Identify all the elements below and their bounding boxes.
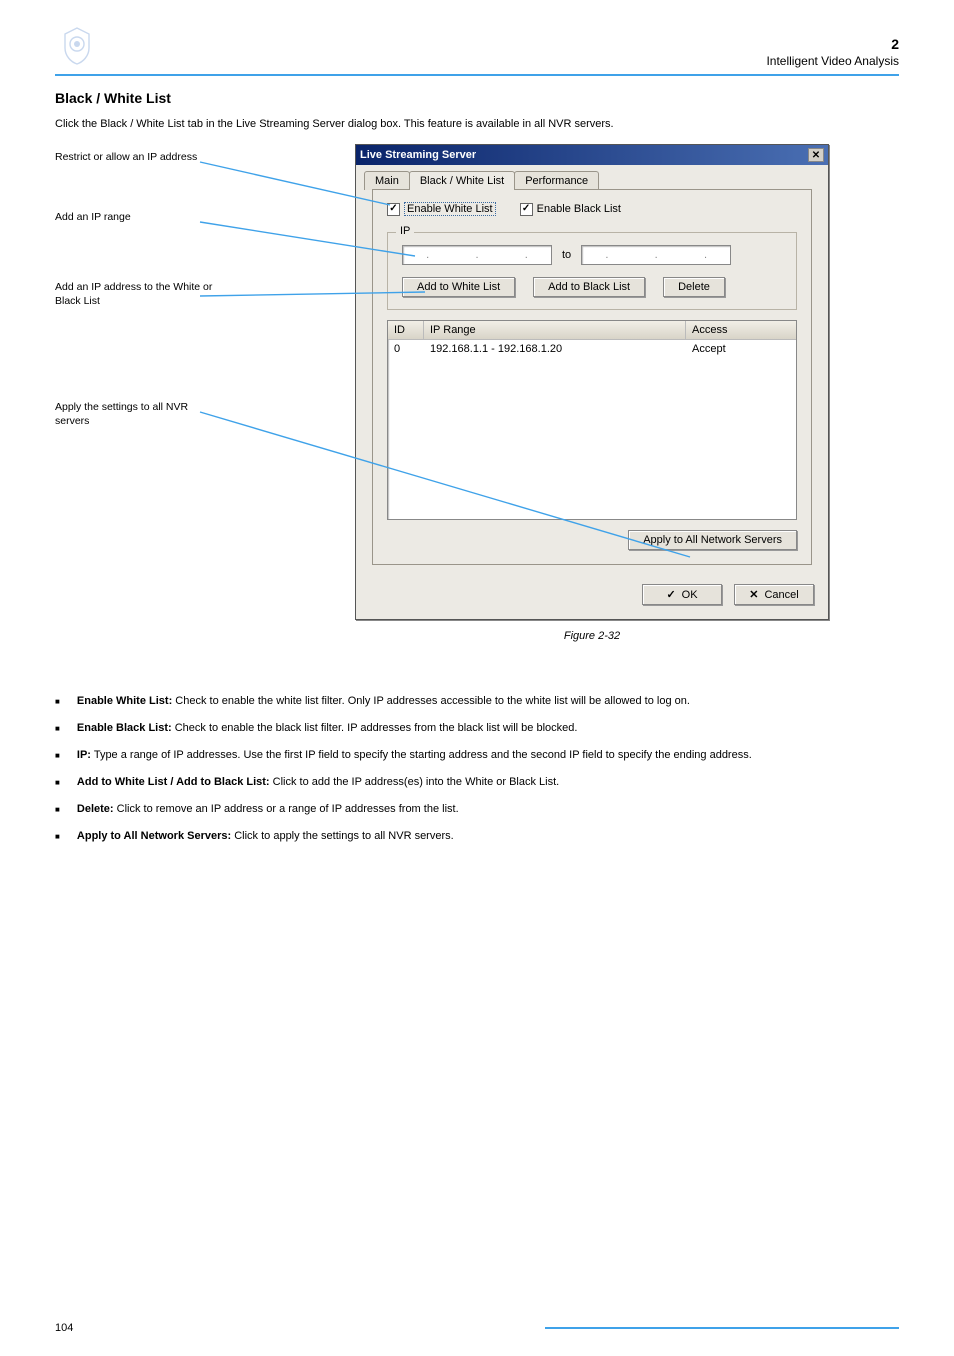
check-icon: ✓ xyxy=(666,588,675,601)
cancel-button[interactable]: ✕ Cancel xyxy=(734,584,814,605)
desc-lead: Delete: xyxy=(77,803,114,815)
ip-end-input[interactable]: ... xyxy=(581,245,731,265)
page-number: 104 xyxy=(55,1322,105,1334)
tab-black-white-list[interactable]: Black / White List xyxy=(409,171,515,190)
enable-black-label: Enable Black List xyxy=(537,203,621,215)
footer-rule xyxy=(545,1327,899,1329)
callout-2: Add an IP range xyxy=(55,210,215,224)
chapter-title: Intelligent Video Analysis xyxy=(766,54,899,68)
col-range[interactable]: IP Range xyxy=(424,321,686,339)
chapter-number: 2 xyxy=(766,36,899,52)
desc-lead: Add to White List / Add to Black List: xyxy=(77,776,270,788)
close-icon: ✕ xyxy=(749,588,758,601)
chapter-header: 2 Intelligent Video Analysis xyxy=(55,24,899,74)
tab-main[interactable]: Main xyxy=(364,171,410,190)
close-icon[interactable]: ✕ xyxy=(808,148,824,162)
tab-panel-bw: ✓ Enable White List ✓ Enable Black List … xyxy=(372,189,812,565)
dialog-screenshot: Live Streaming Server ✕ Main Black / Whi… xyxy=(355,144,829,642)
checkbox-enable-black-list[interactable]: ✓ Enable Black List xyxy=(520,202,621,216)
desc-add-to-list: Add to White List / Add to Black List: C… xyxy=(77,774,899,791)
ok-label: OK xyxy=(682,589,698,601)
ip-to-label: to xyxy=(562,249,571,261)
desc-body: Click to remove an IP address or a range… xyxy=(114,803,459,815)
desc-apply-all: Apply to All Network Servers: Click to a… xyxy=(77,828,899,845)
desc-body: Type a range of IP addresses. Use the fi… xyxy=(91,749,752,761)
add-to-white-list-button[interactable]: Add to White List xyxy=(402,277,515,297)
desc-delete: Delete: Click to remove an IP address or… xyxy=(77,801,899,818)
desc-lead: Enable Black List: xyxy=(77,722,172,734)
desc-enable-black: Enable Black List: Check to enable the b… xyxy=(77,720,899,737)
ip-start-input[interactable]: ... xyxy=(402,245,552,265)
callout-3: Add an IP address to the White or Black … xyxy=(55,280,215,308)
col-id[interactable]: ID xyxy=(388,321,424,339)
dialog-window: Live Streaming Server ✕ Main Black / Whi… xyxy=(355,144,829,620)
cancel-label: Cancel xyxy=(764,589,798,601)
chapter-icon xyxy=(55,24,99,68)
enable-white-label: Enable White List xyxy=(404,202,496,216)
titlebar: Live Streaming Server ✕ xyxy=(356,145,828,165)
window-title: Live Streaming Server xyxy=(360,149,476,161)
list-header: ID IP Range Access xyxy=(388,321,796,340)
add-to-black-list-button[interactable]: Add to Black List xyxy=(533,277,645,297)
description-list: Enable White List: Check to enable the w… xyxy=(55,693,899,845)
list-row[interactable]: 0 192.168.1.1 - 192.168.1.20 Accept xyxy=(388,340,796,358)
checkbox-icon: ✓ xyxy=(520,203,533,216)
header-rule xyxy=(55,74,899,76)
desc-body: Click to apply the settings to all NVR s… xyxy=(231,830,454,842)
ip-legend: IP xyxy=(396,225,414,237)
ok-button[interactable]: ✓ OK xyxy=(642,584,722,605)
cell-range: 192.168.1.1 - 192.168.1.20 xyxy=(424,340,686,358)
cell-id: 0 xyxy=(388,340,424,358)
col-access[interactable]: Access xyxy=(686,321,796,339)
desc-lead: Enable White List: xyxy=(77,695,172,707)
checkbox-enable-white-list[interactable]: ✓ Enable White List xyxy=(387,202,496,216)
page-content: 2 Intelligent Video Analysis Black / Whi… xyxy=(55,24,899,1284)
ip-list[interactable]: ID IP Range Access 0 192.168.1.1 - 192.1… xyxy=(387,320,797,520)
checkbox-icon: ✓ xyxy=(387,203,400,216)
cell-access: Accept xyxy=(686,340,796,358)
desc-body: Click to add the IP address(es) into the… xyxy=(270,776,560,788)
enable-row: ✓ Enable White List ✓ Enable Black List xyxy=(387,202,797,216)
chapter-label: 2 Intelligent Video Analysis xyxy=(766,36,899,68)
desc-body: Check to enable the black list filter. I… xyxy=(172,722,578,734)
desc-body: Check to enable the white list filter. O… xyxy=(172,695,690,707)
callout-1: Restrict or allow an IP address xyxy=(55,150,215,164)
dialog-buttons: ✓ OK ✕ Cancel xyxy=(356,574,828,619)
desc-lead: IP: xyxy=(77,749,91,761)
desc-lead: Apply to All Network Servers: xyxy=(77,830,231,842)
ip-fieldset: IP ... to ... Add to White List xyxy=(387,232,797,310)
apply-all-button[interactable]: Apply to All Network Servers xyxy=(628,530,797,550)
callout-4: Apply the settings to all NVR servers xyxy=(55,400,215,428)
section-title: Black / White List xyxy=(55,90,899,106)
tab-strip: Main Black / White List Performance ✓ En… xyxy=(356,165,828,566)
desc-enable-white: Enable White List: Check to enable the w… xyxy=(77,693,899,710)
delete-button[interactable]: Delete xyxy=(663,277,725,297)
figure-caption: Figure 2-32 xyxy=(355,630,829,642)
desc-ip: IP: Type a range of IP addresses. Use th… xyxy=(77,747,899,764)
page-footer: 104 xyxy=(55,1322,899,1334)
intro-paragraph: Click the Black / White List tab in the … xyxy=(55,116,899,133)
tab-performance[interactable]: Performance xyxy=(514,171,599,190)
